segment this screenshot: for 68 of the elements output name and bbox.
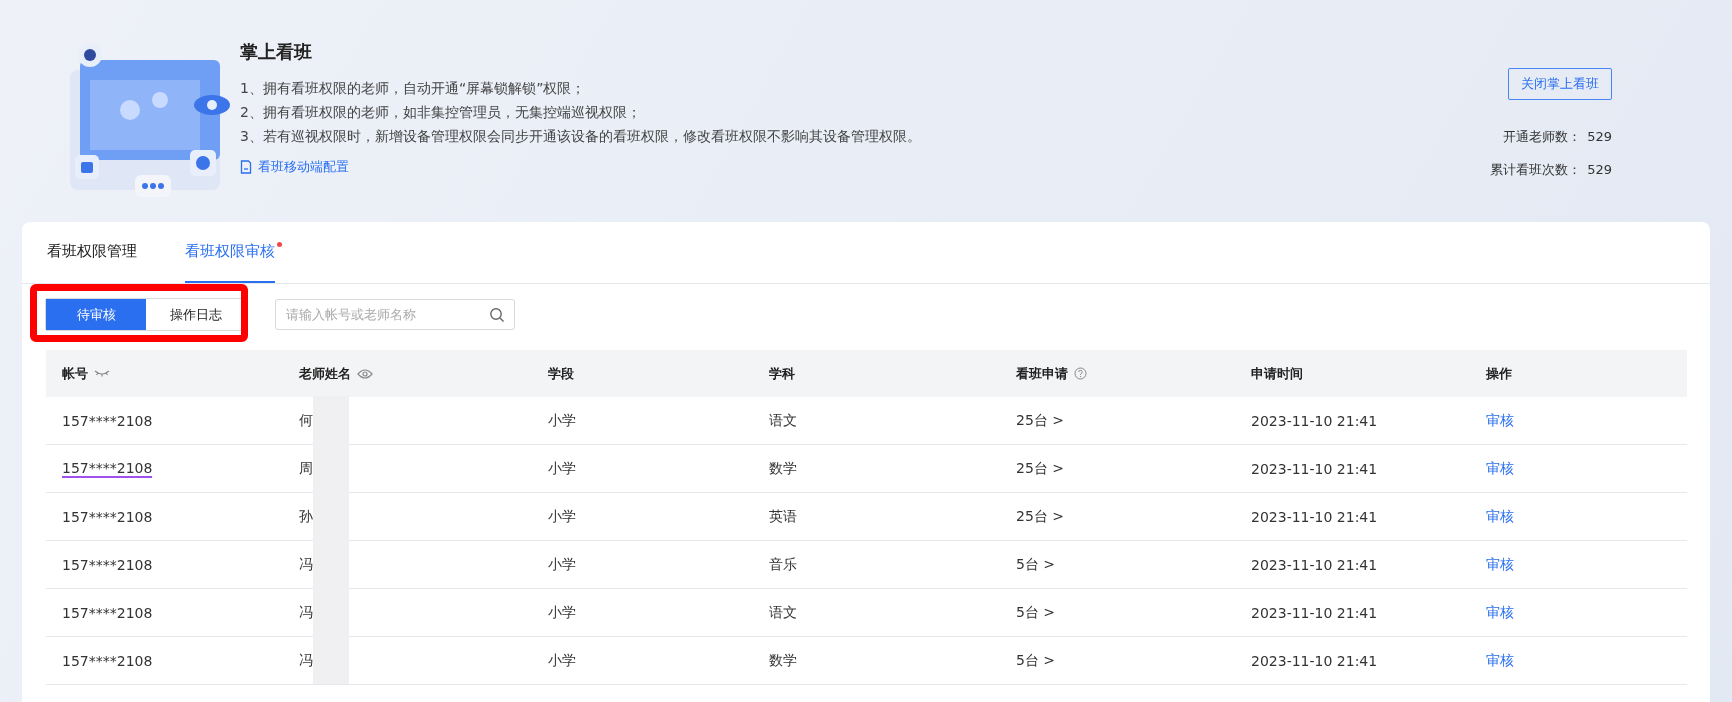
stat-value: 529	[1587, 128, 1612, 146]
review-link[interactable]: 审核	[1486, 459, 1514, 478]
device-count-link[interactable]: 5台 >	[1016, 603, 1056, 622]
table-cell: 小学	[548, 507, 576, 526]
column-header: 老师姓名	[299, 364, 351, 383]
review-link[interactable]: 审核	[1486, 411, 1514, 430]
eye-icon[interactable]	[357, 367, 373, 380]
tab[interactable]: 看班权限管理	[47, 222, 137, 283]
config-link[interactable]: 看班移动端配置	[240, 158, 349, 176]
column-header: 学科	[769, 364, 795, 383]
search-icon	[489, 307, 505, 323]
table-cell: 语文	[769, 411, 797, 430]
search-field[interactable]: 请输入帐号或老师名称	[275, 299, 515, 330]
review-link[interactable]: 审核	[1486, 507, 1514, 526]
device-count-link[interactable]: 5台 >	[1016, 555, 1056, 574]
table-cell: 157****2108	[62, 412, 153, 429]
table-cell: 2023-11-10 21:41	[1251, 460, 1378, 477]
rule-text: 2、拥有看班权限的老师，如非集控管理员，无集控端巡视权限；	[240, 103, 641, 122]
table-cell: 2023-11-10 21:41	[1251, 556, 1378, 573]
table-cell: 何	[299, 411, 313, 430]
table-cell: 2023-11-10 21:41	[1251, 652, 1378, 669]
stat-value: 529	[1587, 161, 1612, 179]
close-feature-button[interactable]: 关闭掌上看班	[1508, 68, 1612, 100]
table-cell: 音乐	[769, 555, 797, 574]
table-cell: 英语	[769, 507, 797, 526]
table-cell: 157****2108	[62, 652, 153, 669]
column-header: 看班申请	[1016, 364, 1068, 383]
device-count-link[interactable]: 5台 >	[1016, 651, 1056, 670]
device-count-link[interactable]: 25台 >	[1016, 411, 1064, 430]
table-cell: 2023-11-10 21:41	[1251, 508, 1378, 525]
table-cell: 数学	[769, 651, 797, 670]
column-header: 申请时间	[1251, 364, 1303, 383]
rule-text: 1、拥有看班权限的老师，自动开通“屏幕锁解锁”权限；	[240, 79, 586, 98]
stat-label: 开通老师数：	[1503, 128, 1582, 146]
review-link[interactable]: 审核	[1486, 651, 1514, 670]
table-cell: 小学	[548, 459, 576, 478]
table-cell: 小学	[548, 651, 576, 670]
table-cell: 数学	[769, 459, 797, 478]
table-cell: 周	[299, 459, 313, 478]
table-cell: 孙	[299, 507, 313, 526]
table-cell: 157****2108	[62, 459, 153, 478]
table-cell: 冯	[299, 603, 313, 622]
column-header: 帐号	[62, 364, 88, 383]
table-cell: 157****2108	[62, 556, 153, 573]
segment-button[interactable]: 待审核	[46, 299, 146, 330]
table-cell: 小学	[548, 603, 576, 622]
table-cell: 小学	[548, 411, 576, 430]
stat-label: 累计看班次数：	[1490, 161, 1582, 179]
table-cell: 冯	[299, 651, 313, 670]
table-cell: 冯	[299, 555, 313, 574]
table-cell: 157****2108	[62, 508, 153, 525]
column-header: 学段	[548, 364, 574, 383]
rule-text: 3、若有巡视权限时，新增设备管理权限会同步开通该设备的看班权限，修改看班权限不影响其设备管理权限。	[240, 127, 921, 146]
table-cell: 语文	[769, 603, 797, 622]
device-count-link[interactable]: 25台 >	[1016, 459, 1064, 478]
column-header: 操作	[1486, 364, 1512, 383]
tab[interactable]: 看班权限审核	[185, 222, 275, 283]
document-icon	[240, 160, 252, 174]
table-cell: 2023-11-10 21:41	[1251, 604, 1378, 621]
review-link[interactable]: 审核	[1486, 603, 1514, 622]
device-count-link[interactable]: 25台 >	[1016, 507, 1064, 526]
table-cell: 2023-11-10 21:41	[1251, 412, 1378, 429]
help-icon[interactable]	[1074, 367, 1087, 380]
eye-closed-icon[interactable]	[94, 368, 110, 379]
table-cell: 157****2108	[62, 604, 153, 621]
banner-title: 掌上看班	[240, 40, 312, 64]
review-link[interactable]: 审核	[1486, 555, 1514, 574]
table-cell: 小学	[548, 555, 576, 574]
